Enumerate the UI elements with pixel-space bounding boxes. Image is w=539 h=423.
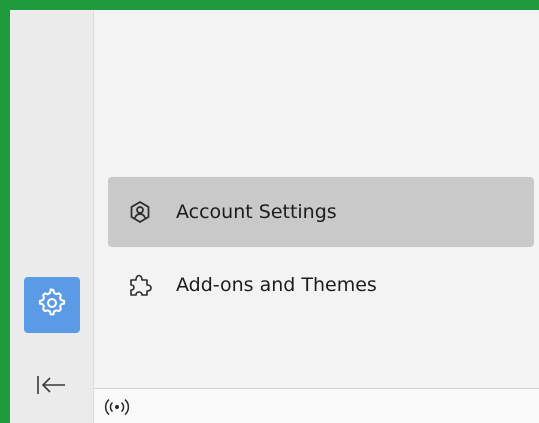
settings-menu-panel: Account Settings Add-ons and Themes [94, 10, 539, 388]
menu-item-label: Add-ons and Themes [176, 274, 377, 296]
gear-icon [37, 288, 67, 322]
online-status-icon[interactable] [100, 396, 134, 418]
status-bar [94, 388, 539, 423]
menu-item-account-settings[interactable]: Account Settings [108, 177, 534, 247]
settings-button[interactable] [24, 277, 80, 333]
spaces-toolbar [10, 10, 94, 423]
menu-item-addons-and-themes[interactable]: Add-ons and Themes [108, 250, 534, 320]
menu-item-label: Account Settings [176, 201, 337, 223]
puzzle-icon [126, 271, 154, 299]
collapse-arrow-icon [35, 373, 69, 401]
collapse-toolbar-button[interactable] [34, 372, 70, 402]
app-window: Account Settings Add-ons and Themes [10, 10, 539, 423]
account-icon [126, 198, 154, 226]
